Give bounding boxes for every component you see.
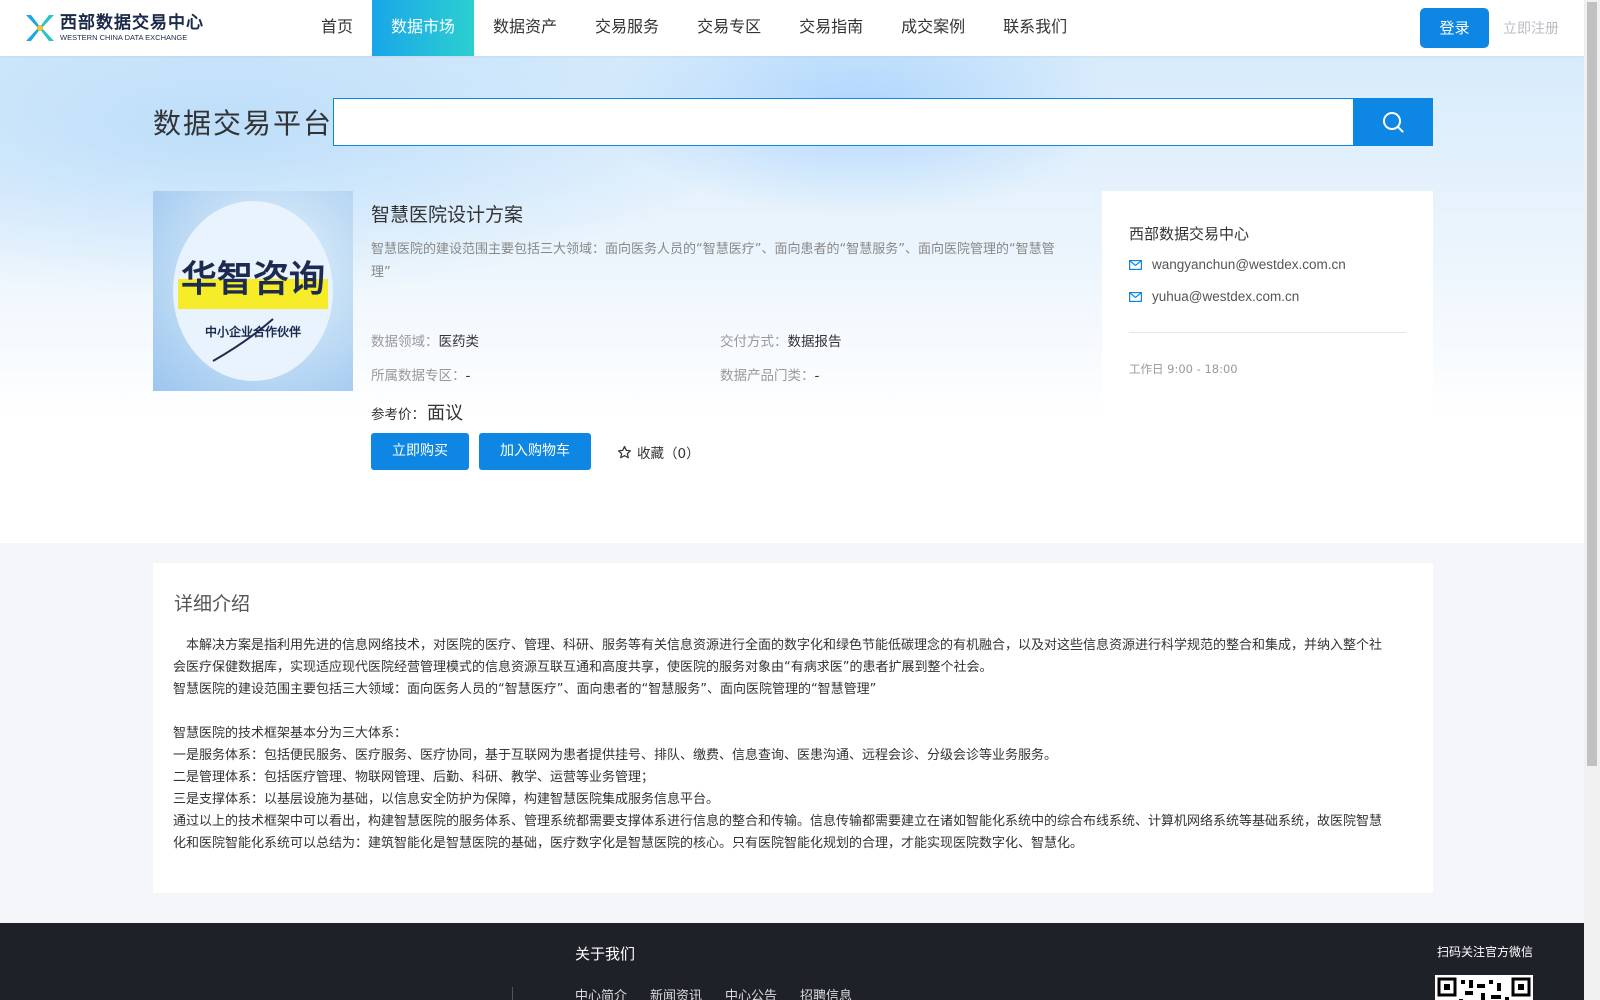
meta-domain-value: 医药类 [438, 334, 480, 350]
nav-item[interactable]: 成交案例 [882, 0, 984, 56]
meta-category-value: - [814, 368, 820, 384]
price-label: 参考价： [371, 407, 425, 423]
product-image-main-text: 华智咨询 [181, 259, 325, 300]
details-paragraph: 智慧医院的建设范围主要包括三大领域：面向医务人员的“智慧医疗”、面向患者的“智慧… [173, 682, 877, 697]
product-description: 智慧医院的建设范围主要包括三大领域：面向医务人员的“智慧医疗”、面向患者的“智慧… [371, 242, 1055, 280]
platform-title: 数据交易平台 [153, 107, 334, 140]
nav-item[interactable]: 首页 [302, 0, 372, 56]
main-nav: 首页 数据市场 数据资产 交易服务 交易专区 交易指南 成交案例 联系我们 [302, 0, 1086, 56]
details-title: 详细介绍 [174, 593, 251, 615]
details-paragraph [173, 701, 1388, 723]
details-body: 本解决方案是指利用先进的信息网络技术，对医院的医疗、管理、科研、服务等有关信息资… [173, 635, 1388, 855]
meta-delivery: 交付方式：数据报告 [720, 330, 842, 350]
footer-about-title: 关于我们 [575, 945, 636, 963]
page-scrollbar[interactable] [1584, 0, 1600, 1000]
logo-title-cn: 西部数据交易中心 [60, 12, 204, 33]
contact-email[interactable]: wangyanchun@westdex.com.cn [1152, 257, 1346, 272]
logo-icon [26, 15, 54, 41]
star-icon [617, 445, 632, 458]
meta-zone-value: - [465, 368, 471, 384]
contact-email-row: yuhua@westdex.com.cn [1129, 289, 1299, 304]
footer-link[interactable]: 新闻资讯 [650, 985, 702, 1000]
product-image-sub-text: 中小企业合作伙伴 [205, 324, 301, 339]
favorite-label: 收藏（0） [637, 446, 700, 462]
work-hours: 工作日 9:00 - 18:00 [1129, 362, 1238, 376]
nav-item[interactable]: 数据资产 [474, 0, 576, 56]
footer-divider [512, 987, 513, 1000]
mail-icon [1129, 259, 1142, 270]
details-paragraph: 智慧医院的技术框架基本分为三大体系： [173, 726, 408, 741]
details-paragraph: 三是支撑体系：以基层设施为基础，以信息安全防护为保障，构建智慧医院集成服务信息平… [173, 792, 720, 807]
search-input[interactable] [333, 98, 1354, 146]
scrollbar-thumb[interactable] [1587, 2, 1597, 766]
favorite-button[interactable]: 收藏（0） [617, 442, 700, 462]
nav-item[interactable]: 交易专区 [678, 0, 780, 56]
contact-card: 西部数据交易中心 wangyanchun@westdex.com.cn yuhu… [1102, 191, 1433, 543]
mail-icon [1129, 291, 1142, 302]
register-link[interactable]: 立即注册 [1503, 18, 1559, 38]
product-title: 智慧医院设计方案 [371, 204, 524, 226]
meta-zone: 所属数据专区：- [371, 364, 470, 384]
details-section: 详细介绍 本解决方案是指利用先进的信息网络技术，对医院的医疗、管理、科研、服务等… [153, 563, 1433, 893]
nav-item[interactable]: 交易指南 [780, 0, 882, 56]
meta-category-label: 数据产品门类： [720, 368, 815, 384]
nav-item[interactable]: 联系我们 [984, 0, 1086, 56]
login-button[interactable]: 登录 [1420, 8, 1489, 48]
footer-link[interactable]: 招聘信息 [800, 985, 852, 1000]
search-button[interactable] [1353, 98, 1433, 146]
details-paragraph: 二是管理体系：包括医疗管理、物联网管理、后勤、科研、教学、运营等业务管理； [173, 770, 655, 785]
search-icon [1383, 112, 1404, 133]
footer-link[interactable]: 中心公告 [725, 985, 777, 1000]
meta-delivery-value: 数据报告 [787, 334, 842, 350]
contact-email-row: wangyanchun@westdex.com.cn [1129, 257, 1346, 272]
contact-name: 西部数据交易中心 [1129, 225, 1250, 243]
nav-item[interactable]: 数据市场 [372, 0, 475, 56]
site-footer: 关于我们 中心简介 新闻资讯 中心公告 招聘信息 扫码关注官方微信 [0, 923, 1584, 1000]
site-logo[interactable]: 西部数据交易中心 WESTERN CHINA DATA EXCHANGE [24, 13, 204, 43]
buy-now-button[interactable]: 立即购买 [371, 433, 469, 470]
nav-item[interactable]: 交易服务 [576, 0, 678, 56]
contact-divider [1129, 332, 1406, 333]
footer-link[interactable]: 中心简介 [575, 985, 627, 1000]
price-value: 面议 [427, 403, 463, 424]
footer-links: 中心简介 新闻资讯 中心公告 招聘信息 [575, 985, 875, 1000]
meta-domain-label: 数据领域： [371, 334, 439, 350]
meta-category: 数据产品门类：- [720, 364, 819, 384]
wechat-qr-code [1435, 975, 1533, 1000]
add-to-cart-button[interactable]: 加入购物车 [479, 433, 591, 470]
details-paragraph: 一是服务体系：包括便民服务、医疗服务、医疗协同，基于互联网为患者提供挂号、排队、… [173, 748, 1058, 763]
top-header: 西部数据交易中心 WESTERN CHINA DATA EXCHANGE 首页数… [0, 0, 1584, 56]
meta-domain: 数据领域：医药类 [371, 330, 479, 350]
product-image: 华智咨询 中小企业合作伙伴 [153, 191, 353, 391]
price: 参考价： 面议 [371, 399, 463, 425]
logo-title-en: WESTERN CHINA DATA EXCHANGE [60, 32, 188, 42]
details-paragraph: 通过以上的技术框架中可以看出，构建智慧医院的服务体系、管理系统都需要支撑体系进行… [173, 814, 1383, 851]
meta-zone-label: 所属数据专区： [371, 368, 466, 384]
qr-label: 扫码关注官方微信 [1437, 945, 1534, 959]
contact-email[interactable]: yuhua@westdex.com.cn [1152, 289, 1299, 304]
details-paragraph: 本解决方案是指利用先进的信息网络技术，对医院的医疗、管理、科研、服务等有关信息资… [173, 638, 1383, 675]
meta-delivery-label: 交付方式： [720, 334, 788, 350]
